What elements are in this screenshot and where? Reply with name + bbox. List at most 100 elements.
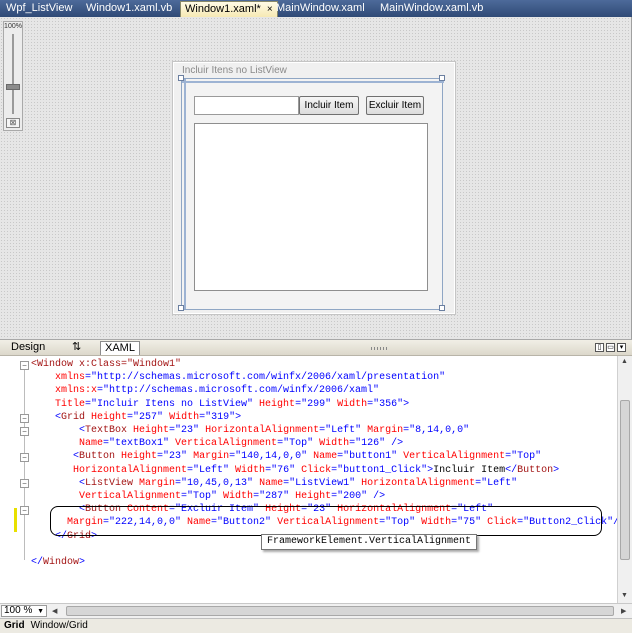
code-token: VerticalAlignment [31, 491, 182, 503]
swap-panes-icon[interactable]: ⇅ [68, 341, 85, 355]
grid-column-rail[interactable] [184, 79, 186, 309]
editor-zoom-select[interactable]: 100 % ▼ [1, 605, 47, 617]
outline-line [24, 370, 25, 560]
code-token: ="Left" [475, 477, 518, 489]
code-token: Width [313, 438, 350, 450]
code-token: Width [229, 464, 266, 476]
tab-wpf-listview[interactable]: Wpf_ListView [2, 1, 76, 17]
outline-toggle-icon[interactable]: − [20, 361, 29, 370]
code-token: ="Top" [277, 438, 314, 450]
scroll-left-icon[interactable]: ◀ [52, 607, 57, 615]
outline-toggle-icon[interactable]: − [20, 506, 29, 515]
code-line[interactable]: <Grid Height="257" Width="319"> [31, 411, 625, 424]
breadcrumb-path[interactable]: Window/Grid [31, 620, 88, 631]
view-switch-bar: Design ⇅ XAML ▯ ▭ ▾ [0, 339, 632, 356]
tab-xaml[interactable]: XAML [100, 341, 140, 355]
code-line[interactable]: <Button Height="23" Margin="140,14,0,0" … [31, 450, 625, 463]
zoom-thumb[interactable] [6, 84, 20, 90]
code-token: HorizontalAlignment [31, 464, 188, 476]
zoom-fit-icon[interactable]: ⊠ [6, 118, 20, 128]
window-client-area[interactable]: Incluir Item Excluir Item [178, 75, 445, 311]
code-token: ="287" [253, 491, 290, 503]
code-line[interactable]: <Window x:Class="Window1" [31, 358, 625, 371]
design-surface[interactable]: 100% ⊠ Incluir Itens no ListView Incluir… [0, 17, 632, 339]
vertical-split-icon[interactable]: ▯ [595, 343, 604, 352]
outline-toggle-icon[interactable]: − [20, 427, 29, 436]
code-token: < [31, 411, 62, 423]
collapse-pane-icon[interactable]: ▾ [617, 343, 626, 352]
resize-handle[interactable] [178, 305, 184, 311]
tab-label: Window1.xaml.vb [86, 2, 173, 14]
vertical-scroll-thumb[interactable] [620, 400, 630, 560]
code-line[interactable]: VerticalAlignment="Top" Width="287" Heig… [31, 490, 625, 503]
horizontal-scroll-thumb[interactable] [66, 606, 614, 616]
tab-mainwindow-xaml-vb[interactable]: MainWindow.xaml.vb [376, 1, 487, 17]
scroll-up-icon[interactable]: ▲ [621, 358, 628, 365]
code-line[interactable]: HorizontalAlignment="Left" Width="76" Cl… [31, 464, 625, 477]
code-line[interactable]: Title="Incluir Itens no ListView" Height… [31, 398, 625, 411]
breadcrumb-grid[interactable]: Grid [4, 620, 25, 631]
code-token: > [553, 464, 560, 476]
code-token: Incluir Item [433, 464, 506, 476]
designer-zoom-slider[interactable]: 100% ⊠ [3, 21, 23, 131]
code-line[interactable]: <TextBox Height="23" HorizontalAlignment… [31, 424, 625, 437]
outline-toggle-icon[interactable]: − [20, 414, 29, 423]
code-line[interactable]: xmlns="http://schemas.microsoft.com/winf… [31, 371, 625, 384]
resize-handle[interactable] [439, 305, 445, 311]
scroll-right-icon[interactable]: ▶ [621, 607, 626, 615]
incluir-item-button[interactable]: Incluir Item [299, 96, 359, 115]
tab-window1-xaml[interactable]: Window1.xaml* × [180, 1, 278, 17]
code-token: </ [31, 557, 44, 569]
code-token: TextBox [85, 425, 128, 437]
code-token: ="140,14,0,0" [229, 451, 308, 463]
code-token: Title [31, 398, 86, 410]
grid-row-rail[interactable] [182, 81, 444, 83]
editor-bottom-bar: 100 % ▼ ◀ ▶ [0, 603, 632, 618]
code-token: Width [163, 411, 200, 423]
code-line[interactable]: xmlns:x="http://schemas.microsoft.com/wi… [31, 384, 625, 397]
outline-toggle-icon[interactable]: − [20, 479, 29, 488]
window-preview[interactable]: Incluir Itens no ListView Incluir Item E… [172, 61, 456, 315]
code-token: ="76" [265, 464, 296, 476]
code-line[interactable]: <ListView Margin="10,45,0,13" Name="List… [31, 477, 625, 490]
code-token: ="126" /> [349, 438, 404, 450]
code-token: ="23" [169, 425, 200, 437]
code-token: Width [217, 491, 254, 503]
tab-mainwindow-xaml[interactable]: MainWindow.xaml [272, 1, 369, 17]
vertical-scrollbar[interactable]: ▲ ▼ [617, 356, 632, 603]
splitter-grip[interactable] [371, 347, 389, 350]
textbox1-preview[interactable] [194, 96, 299, 115]
scroll-down-icon[interactable]: ▼ [621, 592, 628, 599]
window-title: Incluir Itens no ListView [182, 65, 287, 76]
code-token: Name [307, 451, 338, 463]
code-token: Margin [361, 425, 404, 437]
code-token: > [79, 557, 86, 569]
chevron-down-icon: ▼ [37, 608, 44, 615]
tab-label: MainWindow.xaml [276, 2, 365, 14]
code-token: </ [505, 464, 518, 476]
listview1-preview[interactable] [194, 123, 428, 291]
tab-window1-xaml-vb[interactable]: Window1.xaml.vb [82, 1, 176, 17]
code-token: ="356"> [367, 398, 410, 410]
code-token: ListView [85, 477, 134, 489]
horizontal-split-icon[interactable]: ▭ [606, 343, 615, 352]
tab-xaml-label: XAML [105, 342, 135, 354]
tab-design[interactable]: Design [7, 341, 49, 355]
excluir-item-button[interactable]: Excluir Item [366, 96, 424, 115]
code-token: xmlns [31, 372, 86, 384]
code-token: ="textBox1" [103, 438, 170, 450]
code-token: ="Left" [319, 425, 362, 437]
outline-toggle-icon[interactable]: − [20, 453, 29, 462]
editor-gutter [0, 356, 17, 603]
tab-label: Wpf_ListView [6, 2, 73, 14]
highlight-annotation [50, 506, 602, 536]
code-line[interactable]: Name="textBox1" VerticalAlignment="Top" … [31, 437, 625, 450]
code-token: <Window x:Class="Window1" [31, 359, 182, 370]
resize-handle[interactable] [178, 75, 184, 81]
code-token: ="8,14,0,0" [403, 425, 470, 437]
resize-handle[interactable] [439, 75, 445, 81]
code-token: Height [253, 398, 296, 410]
code-line[interactable]: </Window> [31, 556, 625, 569]
code-token: HorizontalAlignment [355, 477, 476, 489]
xaml-editor[interactable]: − − − − − − <Window x:Class="Window1" xm… [0, 356, 632, 603]
